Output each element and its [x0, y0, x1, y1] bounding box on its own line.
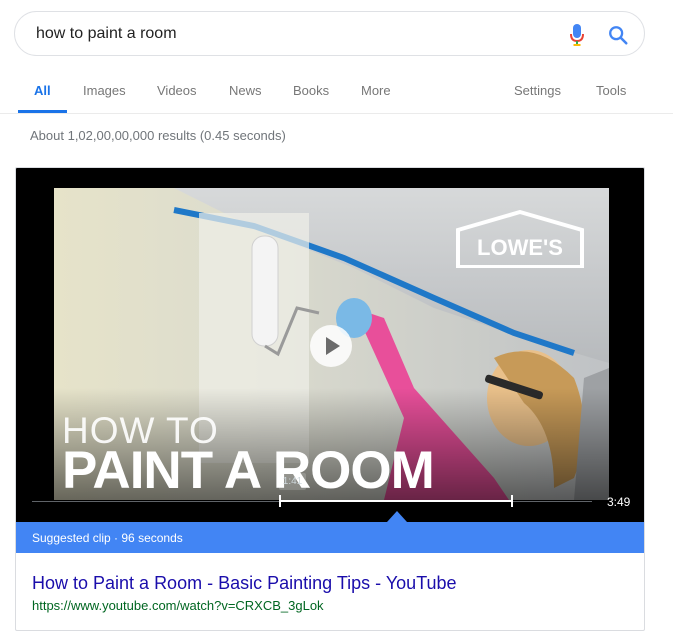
result-stats: About 1,02,00,00,000 results (0.45 secon…	[30, 128, 286, 143]
tab-books[interactable]: Books	[293, 83, 329, 98]
search-input[interactable]: how to paint a room	[36, 25, 177, 43]
video-player[interactable]: LOWE'S HOW TO PAINT A ROOM 1:41 3:49	[16, 168, 644, 522]
tab-news[interactable]: News	[229, 83, 262, 98]
clip-start-time: 1:41	[279, 473, 306, 490]
tab-all[interactable]: All	[34, 83, 51, 98]
clip-pointer	[387, 511, 407, 522]
result-title-link[interactable]: How to Paint a Room - Basic Painting Tip…	[32, 573, 457, 594]
result-url[interactable]: https://www.youtube.com/watch?v=CRXCB_3g…	[32, 598, 324, 613]
play-icon	[326, 337, 340, 355]
tab-settings[interactable]: Settings	[514, 83, 561, 98]
brand-logo: LOWE'S	[456, 209, 584, 269]
video-duration: 3:49	[607, 495, 631, 509]
suggested-clip-label: Suggested clip · 96 seconds	[32, 531, 183, 545]
tab-tools[interactable]: Tools	[596, 83, 626, 98]
video-result-card: LOWE'S HOW TO PAINT A ROOM 1:41 3:49 Sug…	[15, 167, 645, 631]
clip-end-marker[interactable]	[511, 495, 513, 507]
video-overlay-title-line2: PAINT A ROOM	[62, 441, 435, 500]
tab-more[interactable]: More	[361, 83, 391, 98]
search-tabs: All Images Videos News Books More Settin…	[0, 76, 673, 114]
clip-start-marker[interactable]	[279, 495, 281, 507]
search-icon[interactable]	[607, 24, 629, 46]
suggested-clip-range[interactable]	[279, 500, 512, 502]
video-thumbnail[interactable]: LOWE'S HOW TO PAINT A ROOM	[54, 188, 609, 500]
mic-icon[interactable]	[569, 23, 585, 47]
play-button[interactable]	[310, 325, 352, 367]
active-tab-indicator	[18, 110, 67, 113]
suggested-clip-bar: Suggested clip · 96 seconds	[16, 522, 644, 553]
search-box[interactable]: how to paint a room	[14, 11, 645, 56]
brand-logo-text: LOWE'S	[477, 235, 563, 260]
tab-videos[interactable]: Videos	[157, 83, 197, 98]
tab-images[interactable]: Images	[83, 83, 126, 98]
